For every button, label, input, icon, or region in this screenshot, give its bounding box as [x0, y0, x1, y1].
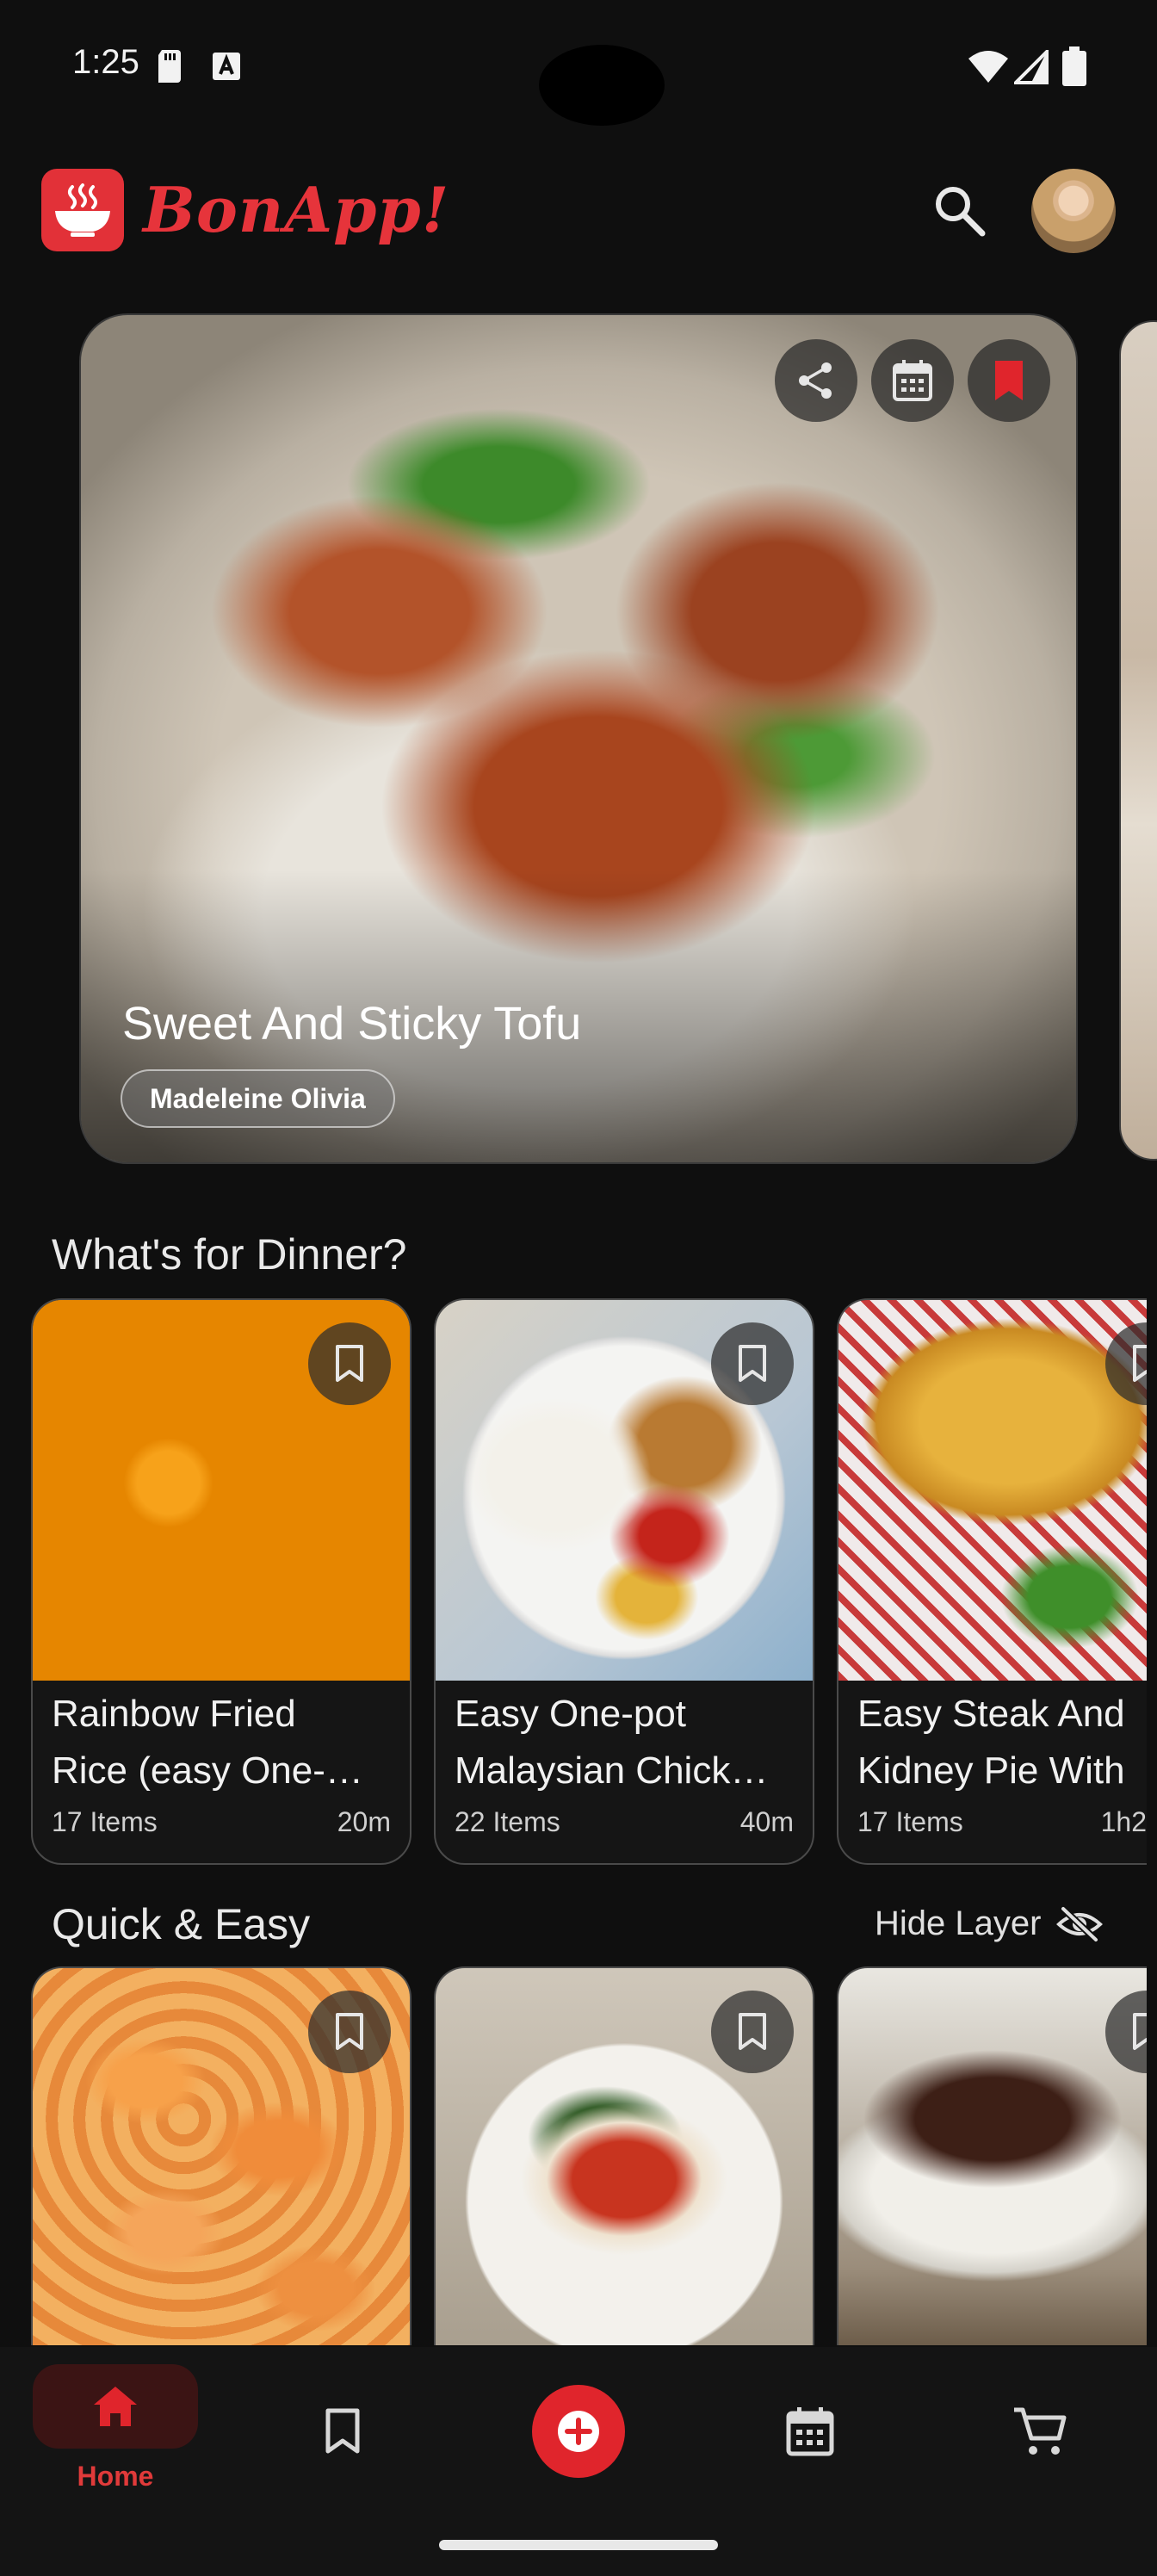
recipe-card[interactable]	[837, 1966, 1147, 2345]
recipe-card[interactable]	[31, 1966, 411, 2345]
nav-bookmarks[interactable]	[324, 2407, 362, 2455]
recipe-time: 1h2	[1100, 1806, 1147, 1837]
next-featured-card[interactable]	[1119, 320, 1157, 1161]
hide-layer-label: Hide Layer	[875, 1904, 1042, 1942]
app-title: BonApp!	[143, 173, 450, 246]
status-time: 1:25	[72, 43, 139, 81]
bookmark-icon	[1133, 2013, 1147, 2050]
search-icon	[936, 187, 986, 237]
home-icon	[94, 2387, 137, 2426]
recipe-card[interactable]: Easy One-pot Malaysian Chick… 22 Items 4…	[434, 1298, 814, 1865]
bowl-icon	[55, 183, 110, 237]
recipe-name-line2: Rice (easy One-…	[52, 1749, 363, 1792]
bookmark-icon	[336, 1345, 363, 1382]
bookmark-button[interactable]	[711, 1991, 794, 2073]
bookmark-button[interactable]	[308, 1322, 391, 1405]
bookmark-button[interactable]	[1105, 1991, 1147, 2073]
bookmark-button[interactable]	[711, 1322, 794, 1405]
recipe-card[interactable]	[434, 1966, 814, 2345]
share-button[interactable]	[775, 339, 857, 422]
bookmark-icon	[1133, 1345, 1147, 1382]
hide-layer-button[interactable]: Hide Layer	[875, 1904, 1104, 1943]
section-title-dinner: What's for Dinner?	[52, 1230, 407, 1279]
recipe-meta: 22 Items 40m	[455, 1806, 794, 1838]
recipe-image	[838, 1300, 1147, 1681]
section-title-quick: Quick & Easy	[52, 1900, 311, 1948]
calendar-icon	[893, 360, 932, 401]
recipe-card[interactable]: Easy Steak And Kidney Pie With 17 Items …	[837, 1298, 1147, 1865]
status-bar: 1:25	[0, 0, 1157, 138]
hero-title: Sweet And Sticky Tofu	[122, 998, 582, 1050]
avatar[interactable]	[1031, 169, 1116, 253]
add-recipe-button[interactable]	[532, 2385, 625, 2478]
gesture-bar[interactable]	[439, 2540, 718, 2550]
recipe-items: 22 Items	[455, 1806, 560, 1837]
plus-icon	[558, 2411, 599, 2452]
recipe-time: 20m	[337, 1806, 391, 1837]
cart-icon	[1014, 2407, 1067, 2455]
share-icon	[799, 362, 832, 399]
nav-home-label: Home	[77, 2461, 154, 2492]
recipe-name-line1: Easy One-pot	[455, 1693, 687, 1735]
recipe-items: 17 Items	[52, 1806, 158, 1837]
sd-card-icon	[158, 50, 181, 83]
search-button[interactable]	[928, 179, 990, 241]
bookmark-filled-icon	[995, 361, 1023, 400]
battery-icon	[1062, 46, 1086, 86]
recipe-name: Easy One-pot Malaysian Chick…	[455, 1686, 794, 1799]
recipe-name-line1: Easy Steak And	[857, 1693, 1125, 1735]
recipe-name-line2: Malaysian Chick…	[455, 1749, 769, 1792]
bookmark-button[interactable]	[308, 1991, 391, 2073]
recipe-card[interactable]: Rainbow Fried Rice (easy One-… 17 Items …	[31, 1298, 411, 1865]
bookmark-icon	[739, 2013, 766, 2050]
calendar-icon	[786, 2407, 834, 2456]
recipe-items: 17 Items	[857, 1806, 963, 1837]
nav-planner[interactable]	[785, 2406, 835, 2457]
schedule-button[interactable]	[871, 339, 954, 422]
featured-recipe-card[interactable]: Sweet And Sticky Tofu Madeleine Olivia	[79, 313, 1078, 1164]
nav-home[interactable]	[33, 2364, 198, 2449]
recipe-meta: 17 Items 1h2	[857, 1806, 1147, 1838]
recipe-name-line2: Kidney Pie With	[857, 1749, 1125, 1792]
bookmark-button[interactable]	[968, 339, 1050, 422]
nav-shopping-cart[interactable]	[1012, 2406, 1067, 2457]
bookmark-icon	[739, 1345, 766, 1382]
bookmark-icon	[325, 2408, 360, 2454]
bookmark-icon	[336, 2013, 363, 2050]
author-chip[interactable]: Madeleine Olivia	[121, 1069, 395, 1128]
app-logo	[41, 169, 124, 251]
recipe-name: Rainbow Fried Rice (easy One-…	[52, 1686, 391, 1799]
eye-off-icon	[1056, 1905, 1104, 1942]
keyboard-a-icon	[213, 53, 240, 80]
recipe-meta: 17 Items 20m	[52, 1806, 391, 1838]
recipe-time: 40m	[739, 1806, 794, 1837]
camera-cutout	[539, 45, 665, 126]
wifi-icon	[968, 51, 1008, 83]
signal-icon	[1014, 50, 1049, 84]
recipe-name: Easy Steak And Kidney Pie With	[857, 1686, 1147, 1799]
recipe-name-line1: Rainbow Fried	[52, 1693, 296, 1735]
